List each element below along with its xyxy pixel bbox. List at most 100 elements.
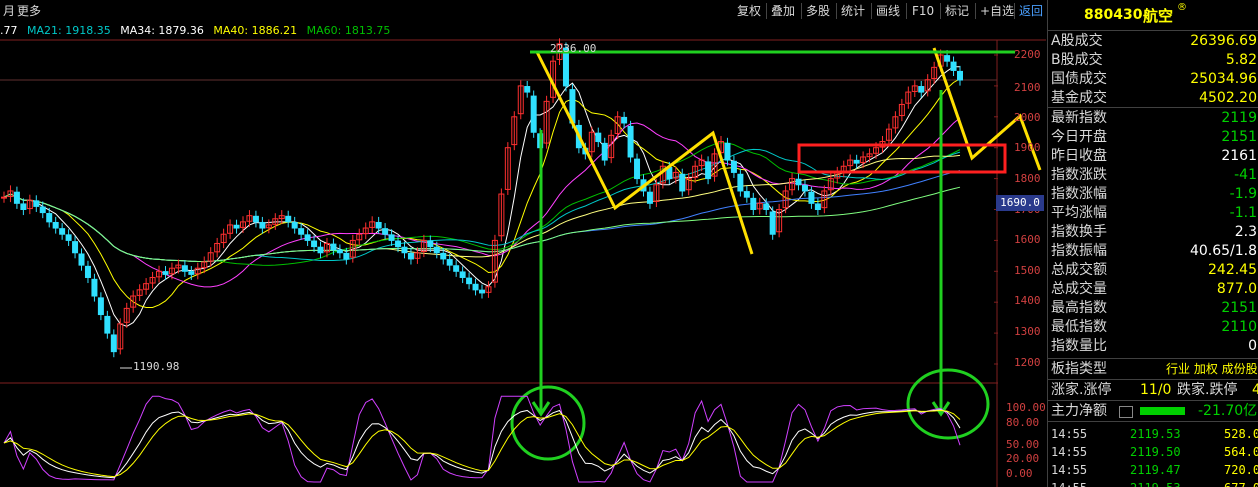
candle-body: [336, 249, 343, 254]
tick-price: 2119.47: [1130, 463, 1181, 477]
index-type-value: 行业 加权 成份股: [1166, 362, 1258, 376]
info-row: 总成交量 877.0: [1048, 280, 1258, 299]
down-count-label: 跌家.跌停: [1177, 382, 1238, 398]
statistics-button[interactable]: 统计: [838, 2, 868, 20]
ma-prefix: .77: [0, 24, 18, 37]
candle-body: [595, 132, 602, 143]
info-row: 国债成交 25034.96: [1048, 70, 1258, 89]
info-label: 昨日收盘: [1051, 148, 1107, 164]
back-button[interactable]: 返回: [1016, 2, 1046, 20]
candle-body: [59, 228, 66, 235]
index-type-row: 板指类型 行业 加权 成份股: [1048, 359, 1258, 379]
tick-volume: 677.0: [1224, 479, 1258, 487]
moving-average-legend: .77 MA21: 1918.35 MA34: 1879.36 MA40: 18…: [0, 22, 396, 40]
candle-body: [918, 86, 925, 93]
high-price-label: 2236.00: [550, 42, 597, 55]
tick-price: 2119.50: [1130, 445, 1181, 459]
candle-body: [65, 234, 72, 241]
candle-body: [944, 55, 951, 62]
kline-chart[interactable]: [0, 0, 1046, 487]
indicator-tick: 20.00: [1006, 452, 1040, 465]
info-row: 平均涨幅 -1.1: [1048, 204, 1258, 223]
candle-body: [395, 240, 402, 248]
fuquan-button[interactable]: 复权: [734, 2, 764, 20]
registered-icon: ®: [1177, 2, 1187, 13]
tick-row: 14:55 2119.53 528.0: [1048, 425, 1258, 443]
candle-body: [285, 215, 292, 223]
candle-body: [466, 277, 473, 285]
info-label: A股成交: [1051, 33, 1103, 49]
mark-button[interactable]: 标记: [942, 2, 972, 20]
down-count-value: 4: [1252, 380, 1258, 400]
price-tick: 1800: [1014, 172, 1041, 185]
index-info-panel: 880430 航空 ® A股成交 26396.69 B股成交 5.82 国债成交 2503…: [1047, 0, 1258, 487]
candle-body: [259, 221, 266, 229]
info-value: 877.0: [1216, 281, 1257, 297]
price-tick: 1600: [1014, 233, 1041, 246]
indicator-tick: 100.00: [1006, 401, 1046, 414]
index-code: 880430: [1084, 7, 1143, 23]
candle-body: [33, 200, 40, 207]
candle-body: [1, 196, 7, 199]
net-flow-bar: [1140, 407, 1185, 415]
candle-body: [20, 203, 27, 211]
info-label: B股成交: [1051, 52, 1103, 68]
price-tick: 1900: [1014, 141, 1041, 154]
candle-body: [233, 224, 240, 229]
multi-stock-button[interactable]: 多股: [803, 2, 833, 20]
tick-time: 14:55: [1051, 427, 1088, 441]
candle-body: [110, 334, 117, 353]
indicator-axis: 100.00 80.00 50.00 20.00 0.00: [998, 385, 1046, 487]
draw-line-button[interactable]: 画线: [873, 2, 903, 20]
list-icon[interactable]: [1119, 406, 1133, 418]
ma34-value: MA34: 1879.36: [120, 24, 204, 37]
candle-body: [13, 191, 20, 204]
info-value: 25034.96: [1190, 71, 1257, 87]
info-value: 2.3: [1234, 224, 1257, 240]
price-tick: 1300: [1014, 325, 1041, 338]
price-tick: 1400: [1014, 294, 1041, 307]
highlight-circle: [510, 385, 586, 461]
info-row: 指数涨幅 -1.9: [1048, 185, 1258, 204]
main-net-value: -21.70亿: [1198, 403, 1258, 419]
candle-body: [97, 297, 104, 316]
add-favorite-button[interactable]: +自选: [977, 2, 1017, 20]
info-label: 基金成交: [1051, 90, 1107, 106]
tick-price: 2119.53: [1130, 479, 1181, 487]
f10-button[interactable]: F10: [909, 2, 937, 20]
candle-body: [730, 160, 737, 173]
candle-body: [317, 246, 324, 254]
info-row: 昨日收盘 2161: [1048, 147, 1258, 166]
candle-body: [311, 240, 318, 248]
up-down-row: 涨家.涨停 11/0 跌家.跌停 4: [1048, 380, 1258, 400]
tick-time: 14:55: [1051, 479, 1087, 487]
price-tick: 1500: [1014, 264, 1041, 277]
candle-body: [330, 243, 337, 251]
candle-body: [453, 265, 460, 272]
info-row: 指数量比 0: [1048, 337, 1258, 356]
info-value: 0: [1248, 338, 1257, 354]
candle-body: [407, 252, 414, 260]
info-label: 今日开盘: [1051, 129, 1107, 145]
info-row: B股成交 5.82: [1048, 51, 1258, 70]
candle-body: [679, 173, 686, 192]
ma21-value: MA21: 1918.35: [27, 24, 111, 37]
info-label: 指数换手: [1051, 224, 1107, 240]
candle-body: [433, 246, 440, 254]
candle-body: [472, 283, 479, 291]
info-label: 总成交量: [1051, 281, 1107, 297]
candle-body: [46, 213, 53, 223]
candle-body: [724, 142, 731, 161]
candle-body: [181, 265, 188, 272]
tick-volume: 720.0: [1224, 463, 1258, 477]
more-button[interactable]: 更多: [14, 2, 44, 20]
candle-body: [705, 161, 712, 180]
indicator-tick: 50.00: [1006, 438, 1040, 451]
info-row: 总成交额 242.45: [1048, 261, 1258, 280]
candle-body: [814, 203, 821, 211]
overlay-button[interactable]: 叠加: [768, 2, 798, 20]
candle-body: [39, 206, 46, 214]
info-label: 最低指数: [1051, 319, 1107, 335]
candle-body: [957, 70, 963, 81]
kline-chart-area[interactable]: 月 更多 复权 叠加 多股 统计 画线 F10 标记 +自选 返回 .77 MA…: [0, 0, 1046, 487]
